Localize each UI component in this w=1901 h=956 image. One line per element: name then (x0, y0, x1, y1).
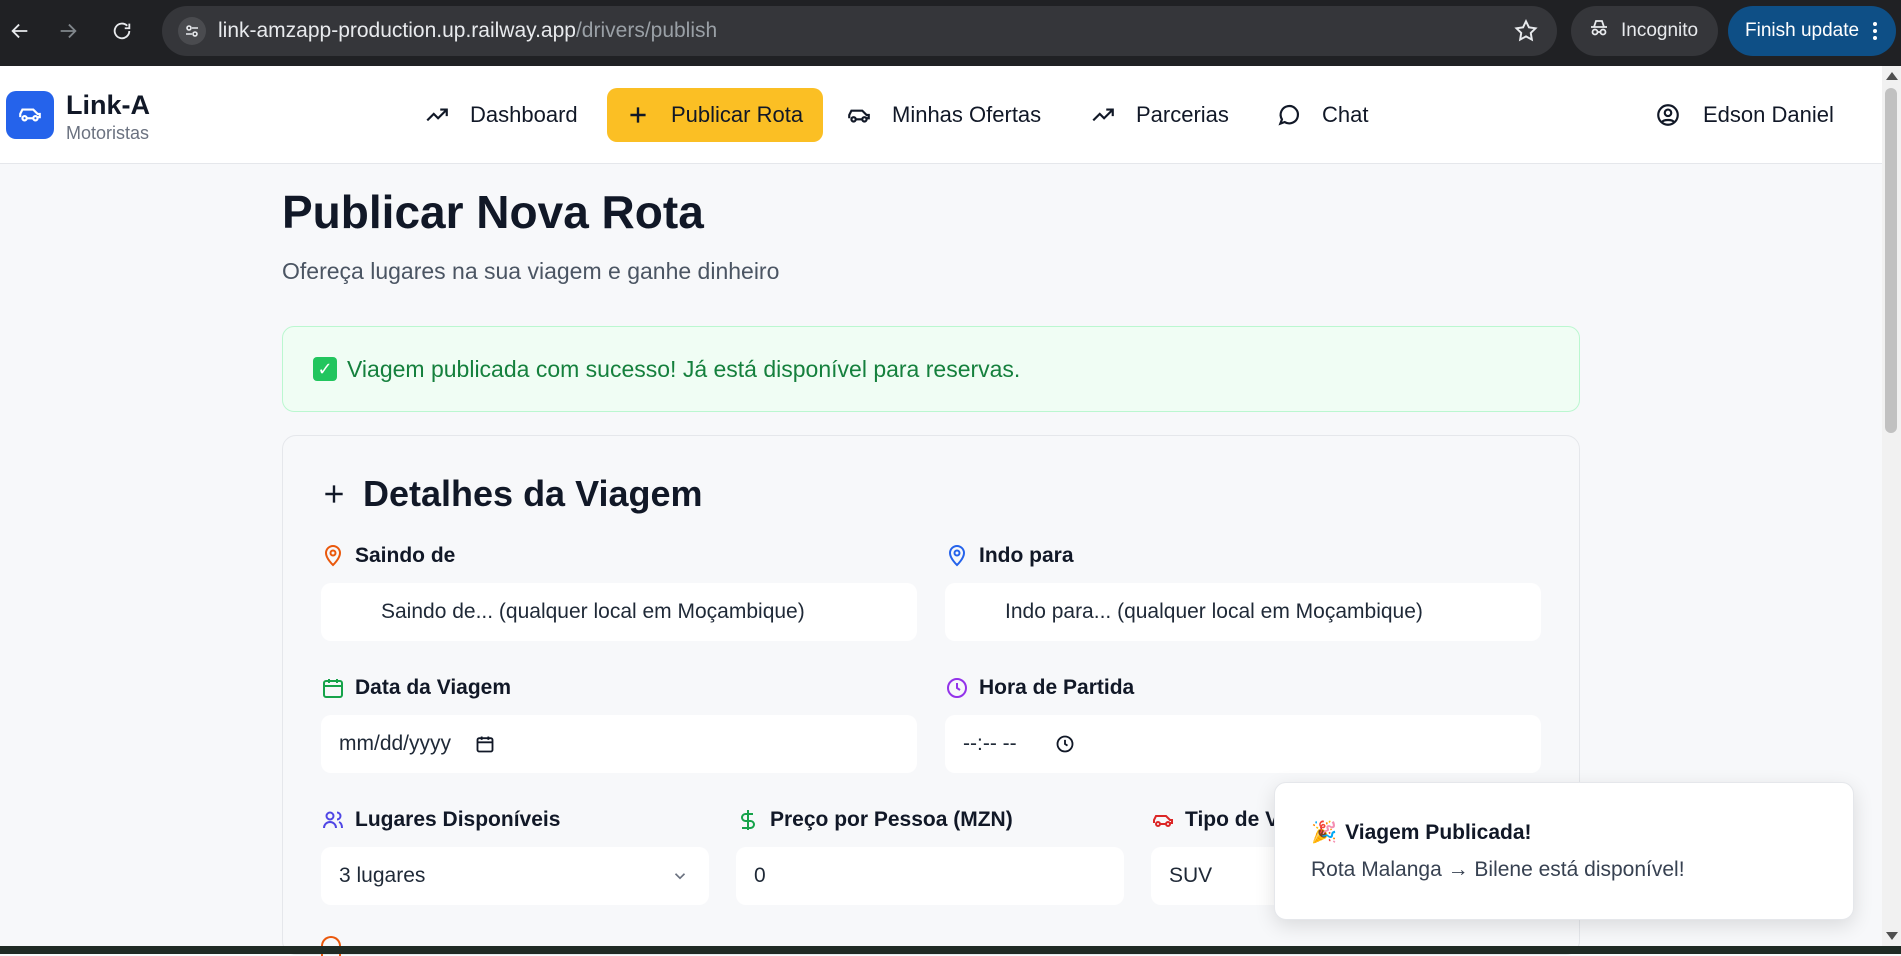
calendar-picker-icon[interactable] (475, 734, 495, 754)
page-scrollbar[interactable] (1882, 66, 1901, 946)
nav-parcerias[interactable]: Parcerias (1072, 88, 1247, 142)
price-label: Preço por Pessoa (MZN) (736, 808, 1013, 832)
toast-body: Rota Malanga → Bilene está disponível! (1311, 858, 1685, 881)
from-input[interactable]: Saindo de... (qualquer local em Moçambiq… (321, 583, 917, 641)
car-icon (1153, 815, 1173, 827)
toast-notification[interactable]: 🎉 Viagem Publicada! Rota Malanga → Bilen… (1274, 782, 1854, 920)
bookmark-star-icon[interactable] (1513, 18, 1539, 49)
nav-publicar-rota[interactable]: Publicar Rota (607, 88, 823, 142)
date-input-text: mm/dd/yyyy (339, 732, 452, 755)
dollar-sign-icon (741, 810, 755, 830)
site-settings-icon[interactable] (178, 17, 206, 45)
finish-update-label: Finish update (1745, 20, 1860, 41)
date-input[interactable]: mm/dd/yyyy (321, 715, 917, 773)
app-header: Link-A Motoristas Dashboard Publicar Rot… (0, 66, 1882, 164)
nav-chat[interactable]: Chat (1258, 88, 1386, 142)
vehicle-label-text: Tipo de V (1185, 808, 1280, 831)
success-alert: ✓ Viagem publicada com sucesso! Já está … (282, 326, 1580, 412)
time-label-text: Hora de Partida (979, 676, 1135, 699)
from-label: Saindo de (321, 544, 455, 568)
seats-label: Lugares Disponíveis (321, 808, 560, 832)
forward-icon[interactable] (48, 11, 88, 51)
to-input-text: Indo para... (qualquer local em Moçambiq… (1005, 600, 1423, 623)
nav-dashboard[interactable]: Dashboard (406, 88, 596, 142)
from-label-text: Saindo de (355, 544, 456, 567)
clock-picker-icon[interactable] (1055, 734, 1075, 754)
time-input[interactable]: --:-- -- (945, 715, 1541, 773)
scroll-up-arrow-icon[interactable] (1886, 72, 1898, 80)
from-input-text: Saindo de... (qualquer local em Moçambiq… (381, 600, 805, 623)
card-title: Detalhes da Viagem (321, 473, 703, 515)
nav-parcerias-label: Parcerias (1136, 102, 1229, 127)
nav-minhas-ofertas[interactable]: Minhas Ofertas (828, 88, 1059, 142)
nav-chat-label: Chat (1322, 102, 1369, 127)
price-input[interactable]: 0 (736, 847, 1124, 905)
toast-title: 🎉 Viagem Publicada! (1311, 821, 1532, 845)
check-mark-icon: ✓ (313, 357, 337, 381)
nav-minhas-ofertas-label: Minhas Ofertas (892, 102, 1042, 127)
map-pin-icon (324, 545, 342, 567)
user-circle-icon (1657, 104, 1679, 126)
success-message: Viagem publicada com sucesso! Já está di… (347, 355, 1021, 382)
date-label: Data da Viagem (321, 676, 511, 700)
nav-publicar-rota-label: Publicar Rota (671, 102, 804, 127)
users-icon (323, 811, 343, 829)
brand-title: Link-A (66, 90, 150, 120)
user-name: Edson Daniel (1703, 102, 1834, 127)
to-input[interactable]: Indo para... (qualquer local em Moçambiq… (945, 583, 1541, 641)
nav-dashboard-label: Dashboard (470, 102, 578, 127)
page-title: Publicar Nova Rota (282, 186, 704, 238)
seats-label-text: Lugares Disponíveis (355, 808, 561, 831)
user-menu[interactable]: Edson Daniel (1655, 88, 1834, 142)
clock-icon (947, 678, 967, 698)
back-icon[interactable] (0, 11, 40, 51)
trending-up-icon (426, 108, 448, 122)
party-popper-icon: 🎉 (1311, 821, 1338, 844)
taskbar-strip (0, 946, 1901, 954)
price-label-text: Preço por Pessoa (MZN) (770, 808, 1013, 831)
reload-icon[interactable] (102, 11, 142, 51)
chevron-down-icon (674, 873, 686, 880)
incognito-indicator[interactable]: Incognito (1571, 6, 1718, 56)
incognito-label: Incognito (1621, 20, 1699, 41)
plus-icon (630, 107, 646, 123)
scroll-down-arrow-icon[interactable] (1886, 932, 1898, 940)
car-logo-icon[interactable] (6, 91, 54, 139)
calendar-icon (323, 679, 343, 698)
seats-select-text: 3 lugares (339, 864, 426, 887)
time-label: Hora de Partida (945, 676, 1134, 700)
incognito-icon (1587, 16, 1611, 46)
url-text: link-amzapp-production.up.railway.app/dr… (218, 19, 718, 42)
date-label-text: Data da Viagem (355, 676, 512, 699)
price-input-text: 0 (754, 864, 766, 887)
to-label-text: Indo para (979, 544, 1074, 567)
trending-up-icon (1092, 108, 1114, 122)
vehicle-select-text: SUV (1169, 864, 1213, 887)
more-menu-icon[interactable] (1873, 22, 1878, 40)
page-subtitle: Ofereça lugares na sua viagem e ganhe di… (282, 258, 780, 284)
chat-bubble-icon (1278, 104, 1300, 126)
brand-subtitle: Motoristas (66, 123, 150, 143)
time-input-text: --:-- -- (963, 732, 1017, 755)
to-label: Indo para (945, 544, 1074, 568)
finish-update-button[interactable]: Finish update (1728, 6, 1896, 56)
address-bar[interactable]: link-amzapp-production.up.railway.app/dr… (162, 6, 1557, 56)
seats-select[interactable]: 3 lugares (321, 847, 709, 905)
vehicle-label: Tipo de V (1151, 808, 1279, 832)
scroll-thumb[interactable] (1885, 88, 1897, 433)
card-title-text: Detalhes da Viagem (363, 473, 703, 514)
map-pin-icon (948, 545, 966, 567)
plus-icon (325, 485, 343, 503)
car-icon (848, 109, 870, 123)
toast-title-text: Viagem Publicada! (1345, 821, 1532, 844)
browser-toolbar: link-amzapp-production.up.railway.app/dr… (0, 0, 1901, 66)
